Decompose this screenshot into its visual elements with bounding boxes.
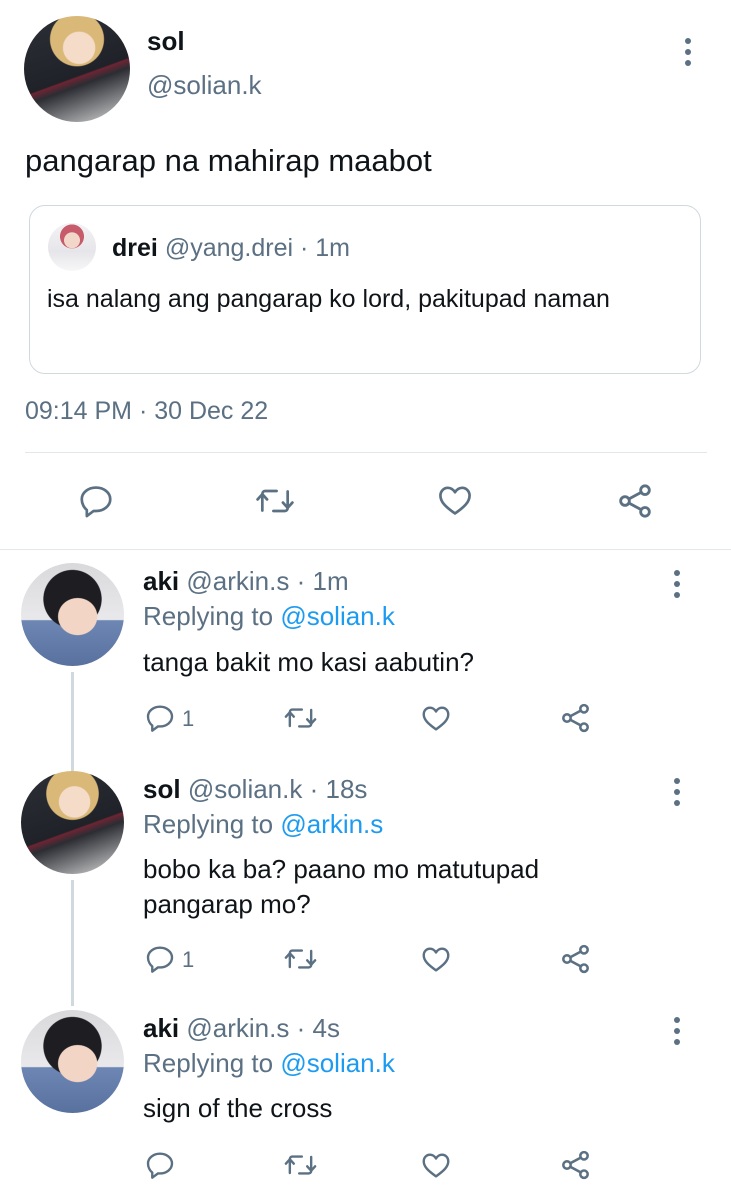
- quoted-tweet-text: isa nalang ang pangarap ko lord, pakitup…: [47, 285, 610, 313]
- replying-to-link[interactable]: @solian.k: [280, 601, 395, 631]
- more-options-icon[interactable]: [673, 570, 681, 598]
- quoted-tweet-time: · 1m: [300, 234, 350, 262]
- quoted-author-name: drei: [112, 234, 158, 262]
- reply-icon[interactable]: [77, 482, 115, 520]
- thread-line: [71, 880, 74, 1006]
- reply-author-handle[interactable]: @arkin.s: [186, 1013, 289, 1043]
- reply-icon[interactable]: [144, 702, 176, 734]
- reply-author-handle[interactable]: @solian.k: [188, 774, 303, 804]
- reply-text-line: pangarap mo?: [143, 889, 311, 919]
- replying-to: Replying to @solian.k: [143, 601, 395, 632]
- reply-header: sol @solian.k · 18s: [143, 774, 367, 805]
- replying-to-label: Replying to: [143, 601, 274, 631]
- reply-text-line: bobo ka ba? paano mo matutupad: [143, 854, 540, 884]
- like-icon[interactable]: [419, 702, 453, 734]
- divider: [25, 452, 707, 453]
- reply-time: · 18s: [309, 774, 368, 804]
- reply-header: aki @arkin.s · 1m: [143, 566, 349, 597]
- quoted-author-avatar: [48, 223, 96, 271]
- retweet-icon[interactable]: [283, 1149, 318, 1181]
- like-icon[interactable]: [419, 943, 453, 975]
- author-avatar[interactable]: [24, 16, 130, 122]
- reply-time: · 1m: [296, 566, 349, 596]
- retweet-icon[interactable]: [283, 702, 318, 734]
- more-options-icon[interactable]: [673, 1017, 681, 1045]
- reply-count: 1: [182, 947, 195, 972]
- replying-to-label: Replying to: [143, 809, 274, 839]
- tweet-timestamp: 09:14 PM · 30 Dec 22: [25, 397, 269, 425]
- reply-author-name[interactable]: sol: [143, 774, 181, 804]
- quoted-author-handle: @yang.drei: [164, 234, 294, 262]
- tweet-text: pangarap na mahirap maabot: [25, 143, 432, 178]
- reply-icon[interactable]: [144, 943, 176, 975]
- more-options-icon[interactable]: [684, 38, 692, 66]
- author-handle[interactable]: @solian.k: [147, 70, 262, 101]
- reply-author-name[interactable]: aki: [143, 566, 179, 596]
- replying-to-link[interactable]: @solian.k: [280, 1048, 395, 1078]
- reply-icon[interactable]: [144, 1149, 176, 1181]
- reply-time: · 4s: [296, 1013, 340, 1043]
- reply-avatar[interactable]: [21, 771, 124, 874]
- share-icon[interactable]: [558, 942, 593, 976]
- author-name[interactable]: sol: [147, 26, 185, 57]
- reply-avatar[interactable]: [21, 1010, 124, 1113]
- share-icon[interactable]: [558, 1148, 593, 1182]
- quoted-header: drei @yang.drei · 1m: [112, 234, 350, 263]
- thread-line: [71, 672, 74, 778]
- reply-author-name[interactable]: aki: [143, 1013, 179, 1043]
- divider: [0, 549, 731, 550]
- reply-text: tanga bakit mo kasi aabutin?: [143, 647, 474, 677]
- reply-text: sign of the cross: [143, 1093, 333, 1123]
- reply-count: 1: [182, 706, 195, 731]
- replying-to: Replying to @solian.k: [143, 1048, 395, 1079]
- like-icon[interactable]: [419, 1149, 453, 1181]
- share-icon[interactable]: [614, 481, 656, 521]
- reply-avatar[interactable]: [21, 563, 124, 666]
- replying-to-link[interactable]: @arkin.s: [280, 809, 383, 839]
- replying-to-label: Replying to: [143, 1048, 274, 1078]
- reply-header: aki @arkin.s · 4s: [143, 1013, 340, 1044]
- reply-author-handle[interactable]: @arkin.s: [186, 566, 289, 596]
- more-options-icon[interactable]: [673, 778, 681, 806]
- reply-text: bobo ka ba? paano mo matutupad pangarap …: [143, 852, 539, 922]
- retweet-icon[interactable]: [254, 482, 296, 520]
- replying-to: Replying to @arkin.s: [143, 809, 383, 840]
- quoted-tweet-card[interactable]: drei @yang.drei · 1m isa nalang ang pang…: [29, 205, 701, 374]
- share-icon[interactable]: [558, 701, 593, 735]
- retweet-icon[interactable]: [283, 943, 318, 975]
- like-icon[interactable]: [435, 481, 475, 519]
